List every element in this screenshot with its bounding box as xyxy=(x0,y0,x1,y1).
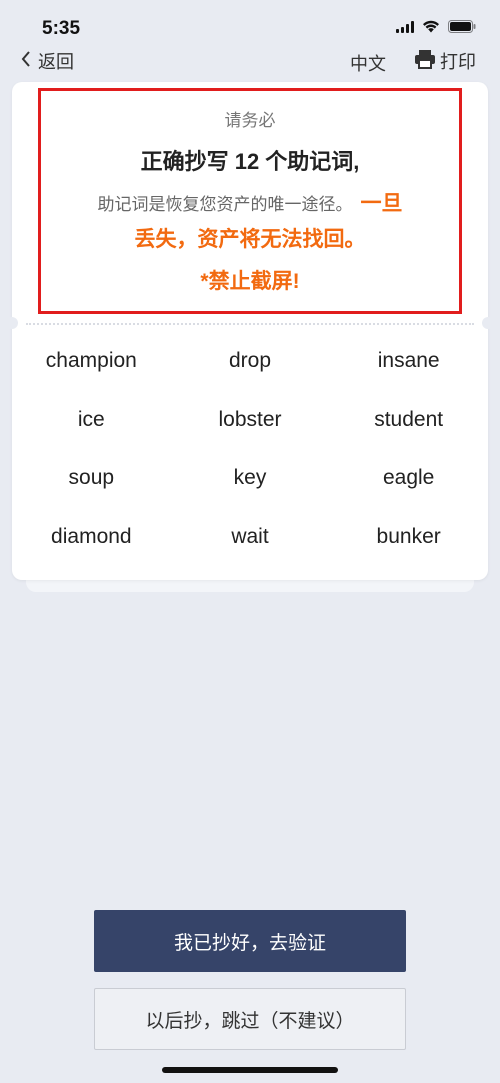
warning-please: 请务必 xyxy=(224,111,276,130)
mnemonic-word: drop xyxy=(228,349,271,373)
warning-line-3: 助记词是恢复您资产的唯一途径。 一旦 xyxy=(41,190,459,219)
warning-line-4: 丢失，资产将无法找回。 xyxy=(134,228,366,251)
mnemonic-word: eagle xyxy=(382,466,435,490)
mnemonic-word: student xyxy=(374,407,444,431)
nav-bar: 返回 中文 打印 xyxy=(0,44,500,78)
warning-screenshot-ban: *禁止截屏! xyxy=(200,270,300,293)
card-notch-right xyxy=(482,317,494,329)
status-bar: 5:35 xyxy=(0,0,500,44)
wifi-icon xyxy=(422,20,440,33)
print-label: 打印 xyxy=(440,52,476,72)
dotted-divider xyxy=(26,323,474,325)
printer-icon xyxy=(414,49,436,74)
mnemonic-word: wait xyxy=(231,524,269,548)
skip-backup-button[interactable]: 以后抄，跳过（不建议） xyxy=(94,988,406,1050)
backup-warning-box: 请务必 正确抄写 12 个助记词, 助记词是恢复您资产的唯一途径。 一旦 丢失，资… xyxy=(38,88,462,314)
mnemonic-word: lobster xyxy=(218,407,282,431)
card-notch-left xyxy=(6,317,18,329)
status-icons xyxy=(396,20,476,33)
mnemonic-card: 请务必 正确抄写 12 个助记词, 助记词是恢复您资产的唯一途径。 一旦 丢失，资… xyxy=(6,82,494,580)
mnemonic-word-grid: champion drop insane ice lobster student… xyxy=(12,332,488,566)
warning-line-3-text: 助记词是恢复您资产的唯一途径。 xyxy=(97,195,353,214)
mnemonic-word: champion xyxy=(45,349,137,373)
battery-icon xyxy=(448,20,476,33)
mnemonic-word: soup xyxy=(68,466,115,490)
verify-backup-button[interactable]: 我已抄好，去验证 xyxy=(94,910,406,972)
warning-line-3-highlight: 一旦 xyxy=(360,192,403,215)
cellular-signal-icon xyxy=(396,20,414,33)
mnemonic-word: key xyxy=(233,466,267,490)
warning-title: 正确抄写 12 个助记词, xyxy=(140,149,360,174)
mnemonic-word: ice xyxy=(77,407,105,431)
language-switch[interactable]: 中文 xyxy=(350,50,386,76)
back-button[interactable]: 返回 xyxy=(20,48,74,74)
print-button[interactable]: 打印 xyxy=(414,48,476,74)
mnemonic-word: diamond xyxy=(51,524,132,548)
home-indicator xyxy=(162,1067,338,1073)
status-time: 5:35 xyxy=(42,18,81,39)
mnemonic-word: bunker xyxy=(376,524,441,548)
mnemonic-word: insane xyxy=(377,349,440,373)
back-label: 返回 xyxy=(38,52,74,72)
chevron-left-icon xyxy=(20,50,32,73)
